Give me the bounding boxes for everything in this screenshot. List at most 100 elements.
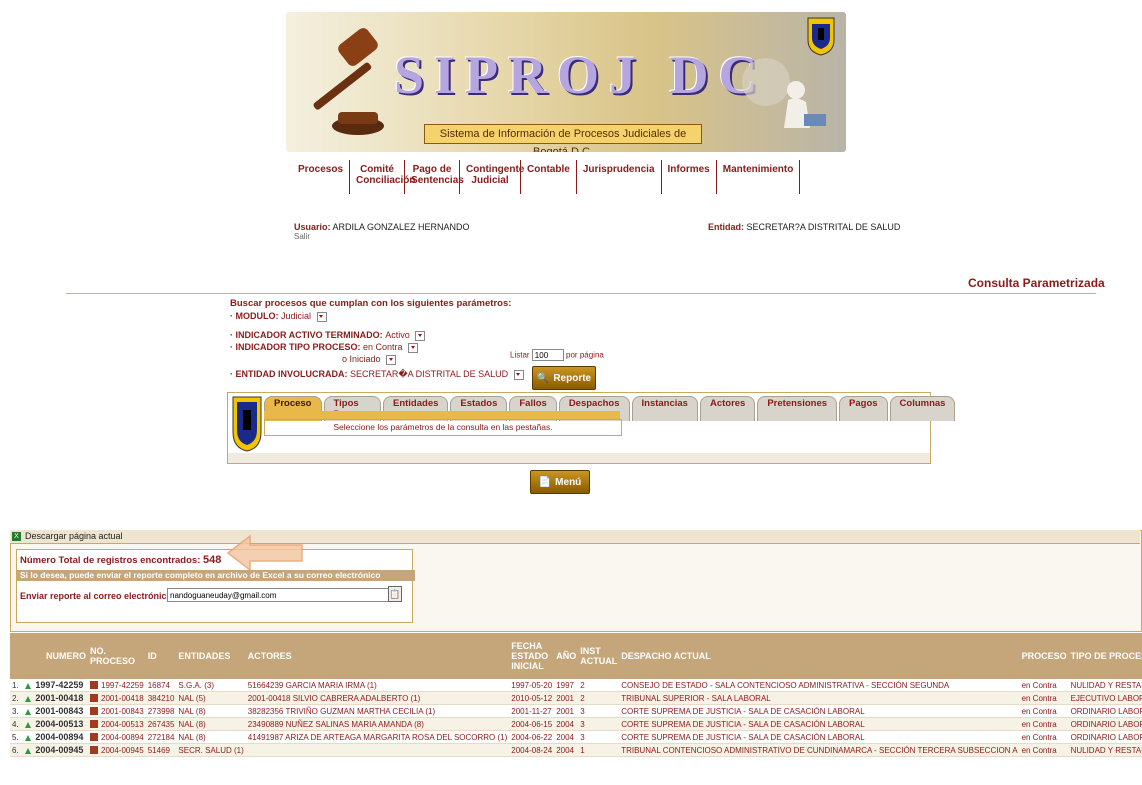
calendar-icon	[90, 707, 98, 716]
row-entidades: S.G.A. (3)	[176, 679, 246, 692]
table-row[interactable]: 3. 2001-00843 2001-00843 273998 NAL (8) …	[10, 704, 1142, 718]
row-no-proceso: 2004-00513	[101, 719, 144, 729]
calendar-icon	[90, 720, 98, 729]
entity-info: Entidad: SECRETAR?A DISTRITAL DE SALUD	[708, 222, 900, 232]
user-name: ARDILA GONZALEZ HERNANDO	[332, 222, 470, 232]
panel-footer	[228, 453, 930, 463]
row-id: 51469	[145, 743, 177, 757]
row-numero[interactable]: 2001-00843	[35, 706, 83, 716]
row-inst: 2	[578, 691, 620, 705]
row-inst: 1	[578, 743, 620, 757]
reporte-label: Reporte	[553, 372, 592, 384]
col-no-proceso[interactable]: NO. PROCESO	[88, 633, 146, 679]
up-arrow-icon	[25, 708, 32, 715]
col-entidades[interactable]: ENTIDADES	[176, 633, 246, 679]
tipo-dropdown2-icon[interactable]	[386, 354, 397, 365]
excel-icon: X	[12, 532, 21, 542]
row-despacho: CORTE SUPREMA DE JUSTICIA - SALA DE CASA…	[619, 717, 1020, 731]
param-entidad-label: · ENTIDAD INVOLUCRADA:	[230, 369, 348, 379]
calendar-icon	[90, 694, 98, 703]
row-no-proceso: 2001-00843	[101, 706, 144, 716]
menu-button[interactable]: 📄 Menú	[530, 470, 590, 494]
row-index: 2.	[12, 694, 19, 703]
row-despacho: CORTE SUPREMA DE JUSTICIA - SALA DE CASA…	[619, 704, 1020, 718]
activo-dropdown-icon[interactable]	[415, 330, 426, 341]
table-row[interactable]: 2. 2001-00418 2001-00418 384210 NAL (5) …	[10, 691, 1142, 705]
col-numero[interactable]: NUMERO	[10, 633, 88, 679]
table-row[interactable]: 1. 1997-42259 1997-42259 16874 S.G.A. (3…	[10, 679, 1142, 692]
download-bar[interactable]: X Descargar página actual	[10, 530, 1140, 544]
row-tipo: ORDINARIO LABORAL	[1068, 730, 1142, 744]
param-tipo-value2: o Iniciado	[342, 354, 381, 364]
row-numero[interactable]: 2004-00513	[35, 719, 83, 729]
row-numero[interactable]: 2001-00418	[35, 693, 83, 703]
table-row[interactable]: 6. 2004-00945 2004-00945 51469 SECR. SAL…	[10, 743, 1142, 757]
tipo-dropdown1-icon[interactable]	[408, 342, 419, 353]
menu-item-procesos[interactable]: Procesos	[292, 160, 351, 194]
row-despacho: CORTE SUPREMA DE JUSTICIA - SALA DE CASA…	[619, 730, 1020, 744]
menu-item-contingente-judicial[interactable]: Contingente Judicial	[460, 160, 524, 194]
row-entidades: NAL (8)	[176, 717, 246, 731]
row-fecha: 2001-11-27	[509, 704, 555, 718]
tab-columnas[interactable]: Columnas	[889, 396, 956, 421]
row-numero[interactable]: 2004-00894	[35, 732, 83, 742]
row-entidades: NAL (5)	[176, 691, 246, 705]
table-row[interactable]: 5. 2004-00894 2004-00894 272184 NAL (8) …	[10, 730, 1142, 744]
col-anio[interactable]: AÑO	[554, 633, 579, 679]
row-inst: 2	[578, 679, 620, 692]
col-fecha[interactable]: FECHA ESTADO INICIAL	[509, 633, 555, 679]
row-numero[interactable]: 1997-42259	[35, 680, 83, 690]
param-tipo-value1: en Contra	[363, 342, 403, 352]
row-tipo: ORDINARIO LABORAL	[1068, 704, 1142, 718]
row-id: 267435	[145, 717, 177, 731]
row-index: 5.	[12, 733, 19, 742]
menu-item-jurisprudencia[interactable]: Jurisprudencia	[577, 160, 662, 194]
up-arrow-icon	[25, 695, 32, 702]
tab-instancias[interactable]: Instancias	[631, 396, 698, 421]
por-pagina-label: por página	[566, 350, 604, 360]
col-id[interactable]: ID	[145, 633, 177, 679]
row-numero[interactable]: 2004-00945	[35, 745, 83, 755]
table-row[interactable]: 4. 2004-00513 2004-00513 267435 NAL (8) …	[10, 717, 1142, 731]
tab-pagos[interactable]: Pagos	[839, 396, 888, 421]
row-index: 6.	[12, 746, 19, 755]
tabs-panel: Proceso Tipos Proceso Entidades Estados …	[227, 392, 956, 464]
menu-doc-icon: 📄	[538, 476, 552, 488]
reporte-button[interactable]: 🔍 Reporte	[532, 366, 596, 390]
menu-item-informes[interactable]: Informes	[662, 160, 717, 194]
excel-note: Si lo desea, puede enviar el reporte com…	[17, 570, 415, 581]
col-tipo[interactable]: TIPO DE PROCESO	[1068, 633, 1142, 679]
row-entidades: SECR. SALUD (1)	[176, 743, 246, 757]
tab-actores[interactable]: Actores	[699, 396, 756, 421]
email-input[interactable]	[167, 588, 389, 602]
row-no-proceso: 2004-00894	[101, 732, 144, 742]
row-fecha: 2004-06-22	[509, 730, 555, 744]
menu-item-comite-conciliacion[interactable]: Comité Conciliación	[350, 160, 415, 194]
banner-title: SIPROJ DC	[394, 45, 768, 105]
col-inst[interactable]: INST ACTUAL	[578, 633, 620, 679]
results-table: NUMERO NO. PROCESO ID ENTIDADES ACTORES …	[10, 633, 1142, 757]
total-label: Número Total de registros encontrados:	[20, 555, 201, 566]
send-email-icon[interactable]: 📋	[388, 586, 402, 602]
tab-message: Seleccione los parámetros de la consulta…	[264, 419, 622, 436]
menu-item-mantenimiento[interactable]: Mantenimiento	[717, 160, 801, 194]
logout-link[interactable]: Salir	[294, 232, 310, 241]
coat-of-arms-icon	[807, 17, 835, 56]
export-box: Número Total de registros encontrados: 5…	[16, 549, 415, 623]
row-proceso: en Contra	[1019, 691, 1069, 705]
modulo-dropdown-icon[interactable]	[316, 311, 327, 322]
person-laptop-icon	[742, 58, 826, 128]
up-arrow-icon	[25, 682, 32, 689]
entidad-dropdown-icon[interactable]	[513, 369, 524, 380]
col-proceso[interactable]: PROCESO	[1019, 633, 1069, 679]
tab-pretensiones[interactable]: Pretensiones	[757, 396, 838, 421]
page-size-input[interactable]	[531, 349, 564, 361]
row-actores: 23490889 NUÑEZ SALINAS MARIA AMANDA (8)	[245, 717, 510, 731]
col-actores[interactable]: ACTORES	[245, 633, 510, 679]
col-despacho[interactable]: DESPACHO ACTUAL	[619, 633, 1020, 679]
menu-item-contable[interactable]: Contable	[521, 160, 577, 194]
table-header-row: NUMERO NO. PROCESO ID ENTIDADES ACTORES …	[10, 633, 1142, 679]
row-despacho: TRIBUNAL SUPERIOR - SALA LABORAL	[619, 691, 1020, 705]
menu-item-pago-sentencias[interactable]: Pago de Sentencias	[405, 160, 464, 194]
up-arrow-icon	[25, 721, 32, 728]
